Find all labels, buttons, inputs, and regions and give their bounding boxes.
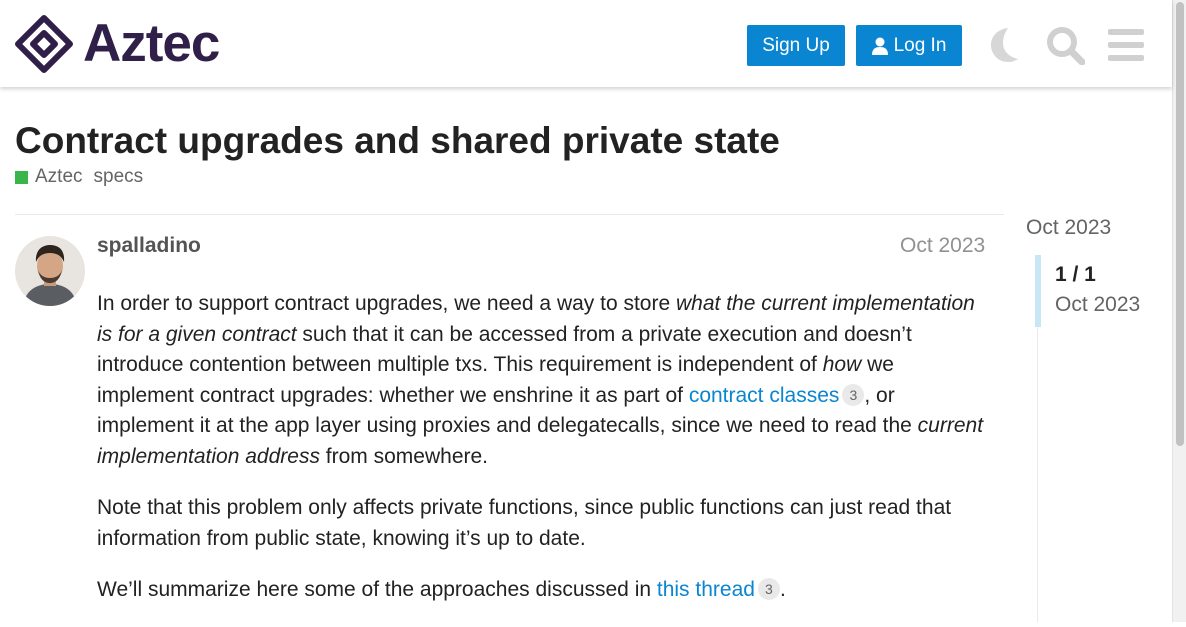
site-header: Aztec Sign Up Log In: [0, 0, 1172, 87]
text-segment: In order to support contract upgrades, w…: [97, 292, 676, 315]
link-click-count: 3: [757, 578, 780, 600]
topic-title[interactable]: Contract upgrades and shared private sta…: [15, 120, 780, 162]
post-body: In order to support contract upgrades, w…: [97, 289, 992, 627]
category-color-badge: [15, 170, 28, 184]
timeline-current-date: Oct 2023: [1055, 293, 1141, 316]
sign-up-label: Sign Up: [762, 34, 830, 56]
logo-text: Aztec: [83, 14, 220, 73]
category-link[interactable]: Aztec: [35, 166, 83, 188]
site-logo[interactable]: Aztec: [15, 14, 220, 73]
tag-link[interactable]: specs: [94, 166, 144, 188]
post-paragraph-2: Note that this problem only affects priv…: [97, 496, 952, 550]
post-paragraph-3: We’ll summarize here some of the approac…: [97, 575, 992, 606]
contract-classes-link[interactable]: contract classes: [689, 384, 840, 407]
scrollbar-thumb[interactable]: [1176, 2, 1184, 446]
hamburger-menu-button[interactable]: [1106, 25, 1146, 65]
timeline-post-count: 1 / 1: [1055, 263, 1096, 286]
search-icon: [1047, 27, 1085, 65]
timeline-start-date[interactable]: Oct 2023: [1026, 216, 1111, 240]
text-segment: from somewhere.: [319, 444, 489, 468]
user-avatar-image: [15, 236, 85, 306]
dark-mode-toggle[interactable]: [984, 25, 1024, 65]
title-divider: [15, 214, 1004, 215]
moon-icon: [991, 28, 1018, 62]
text-segment: .: [779, 578, 786, 601]
page-scrollbar[interactable]: [1172, 0, 1186, 622]
emphasis-text: how: [822, 353, 862, 376]
link-click-count: 3: [842, 383, 865, 406]
menu-icon: [1108, 29, 1144, 61]
log-in-button[interactable]: Log In: [856, 25, 962, 66]
post-paragraph-1: In order to support contract upgrades, w…: [97, 289, 992, 472]
topic-meta: Aztec specs: [15, 166, 143, 188]
text-segment: We’ll summarize here some of the approac…: [97, 578, 657, 601]
aztec-logo-icon: [15, 15, 73, 73]
sign-up-button[interactable]: Sign Up: [747, 25, 845, 66]
log-in-label: Log In: [893, 34, 947, 56]
timeline-handle[interactable]: [1035, 255, 1041, 327]
user-icon: [871, 37, 888, 55]
avatar[interactable]: [15, 236, 85, 306]
this-thread-link[interactable]: this thread: [657, 578, 755, 601]
search-button[interactable]: [1045, 25, 1085, 65]
post-date[interactable]: Oct 2023: [900, 234, 985, 258]
post-username[interactable]: spalladino: [97, 234, 201, 258]
